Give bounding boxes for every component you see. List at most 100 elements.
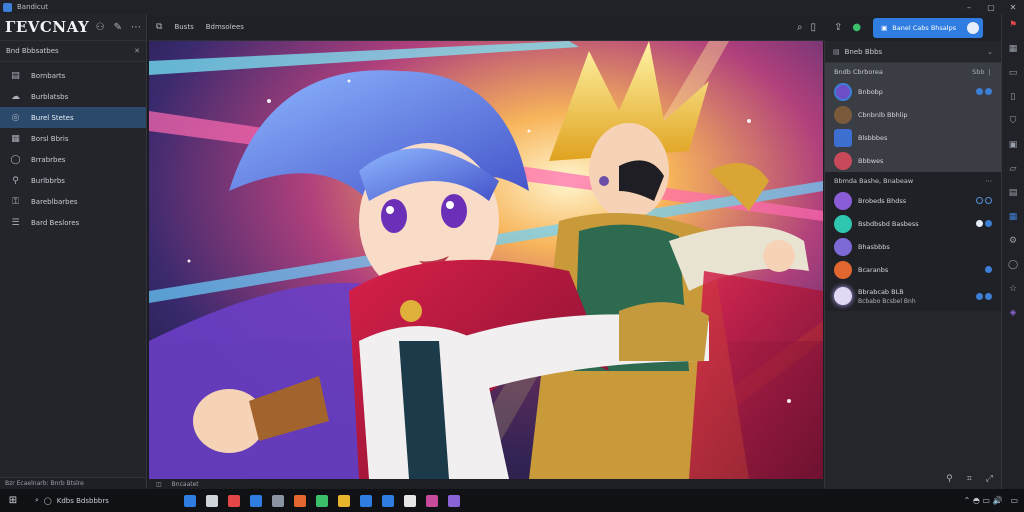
toggle[interactable] [976,88,992,95]
windows-start-icon[interactable]: ⊞ [2,495,24,506]
pin-icon[interactable]: ⚲ [946,474,953,484]
avatar [834,214,852,233]
taskbar-app-icon[interactable] [294,494,306,507]
taskbar-app-icon[interactable] [272,494,284,507]
calendar-icon[interactable]: ▦ [1009,212,1018,222]
list-item[interactable]: Bbbwes [825,149,1001,172]
toggle[interactable] [976,197,992,204]
tab-2[interactable]: Bdmsolees [206,23,244,31]
taskbar-app-icon[interactable] [338,494,350,507]
status-text: Bncaatet [171,480,199,488]
chat-icon[interactable]: ▭ [1009,68,1018,78]
sidebar-item-5[interactable]: ◯ Brrabrbes [0,149,146,170]
avatar [834,105,852,124]
taskbar-app-icon[interactable] [382,494,394,507]
artwork-image [149,41,823,479]
search-icon[interactable]: ⌕ [797,22,803,33]
user-icon[interactable]: ◯ [1008,260,1018,270]
sidebar-item-2[interactable]: ☁ Burblatsbs [0,86,146,107]
list-item[interactable]: Brobeds Bhdss [825,189,1001,212]
expand-icon[interactable]: ⤢ [986,474,993,484]
toggle[interactable] [976,220,992,227]
folder-icon[interactable]: ▤ [1009,188,1018,198]
group-b-title: Bbmda Bashe, Bnabeaw [834,176,914,185]
cloud-icon: ☁ [11,91,20,102]
star-icon[interactable]: ☆ [1009,284,1017,294]
group-a-meta: Sbb ❘ [972,67,992,76]
close-icon[interactable]: ✕ [134,47,140,55]
status-icon[interactable]: ● [852,22,861,33]
list-item[interactable]: Bsbdbsbd Basbess [825,212,1001,235]
bookmark-icon[interactable]: ▯ [810,22,816,33]
taskbar-app-icon[interactable] [316,494,328,507]
settings-icon[interactable]: ⚙ [1009,236,1017,246]
maximize-button[interactable]: ▢ [980,0,1002,14]
sidebar-nav: ▤ Bornbarts ☁ Burblatsbs ◎ Burel Stetes ▦ Bo… [0,62,146,233]
taskbar-app-icon[interactable] [250,494,262,507]
avatar [834,191,852,210]
list-item-label: Bhasbbbs [858,242,890,251]
shield-icon[interactable]: ⛉ [1010,116,1017,126]
list-item-label: Brobeds Bhdss [858,196,907,205]
more-icon[interactable]: ⋯ [131,22,141,33]
share-icon[interactable]: ⇪ [834,22,842,33]
minimize-button[interactable]: – [958,0,980,14]
avatar [834,128,852,147]
app-icon[interactable]: ◈ [1010,308,1017,318]
sidebar-item-8[interactable]: ☰ Bard Beslores [0,212,146,233]
bookmark-icon[interactable]: ▱ [1010,164,1017,174]
avatar [834,287,852,305]
canvas-status-bar: ◫ Bncaatet [148,479,824,489]
notification-center-icon[interactable]: ▭ [1010,496,1018,505]
key-icon: ⚿ [12,196,19,207]
sidebar-item-3[interactable]: ◎ Burel Stetes [0,107,146,128]
close-button[interactable]: ✕ [1002,0,1024,14]
note-icon[interactable]: ▯ [1011,92,1016,102]
primary-action-button[interactable]: ▣ Banel Cabs Bhsalps [873,17,984,38]
taskbar-app-icon[interactable] [404,494,416,507]
list-item[interactable]: Bbrabcab BLB Bcbabo Bcsbel Bnh [825,281,1001,311]
notification-icon[interactable]: ⚑ [1009,20,1017,30]
sidebar-footer: Bzr Ecaelnarb: Bnrb Btslre [0,477,146,489]
taskbar-app-icon[interactable] [360,494,372,507]
taskbar-app-icon[interactable] [184,494,196,507]
sidebar-item-7[interactable]: ⚿ Bareblbarbes [0,191,146,212]
sidebar-item-1[interactable]: ▤ Bornbarts [0,65,146,86]
list-item-label: Bbbwes [858,156,884,165]
sidebar-item-6[interactable]: ⚲ Burlbbrbs [0,170,146,191]
crop-icon[interactable]: ⌗ [967,474,972,484]
tab-1[interactable]: Busts [174,23,193,31]
chevron-down-icon[interactable]: ⌄ [987,48,993,56]
taskbar-app-icon[interactable] [206,494,218,507]
list-item[interactable]: Cbnbnlb Bbhlip [825,103,1001,126]
avatar [834,82,852,101]
layers-icon[interactable]: ⧉ [156,22,162,32]
primary-action-label: Banel Cabs Bhsalps [892,23,957,32]
more-icon[interactable]: ⋯ [986,177,993,185]
pin-icon: ⚲ [12,175,19,186]
taskbar-app-icon[interactable] [448,494,460,507]
tray-icons[interactable]: ⌃ ◓ ▭ 🔊 [964,496,1003,505]
avatar [834,151,852,170]
artwork-canvas[interactable] [149,41,823,479]
list-item[interactable]: Bhasbbbs [825,235,1001,258]
list-item-label: Cbnbnlb Bbhlip [858,110,908,119]
toggle[interactable] [976,292,992,300]
sidebar-section-header: Bnd Bbbsatbes ✕ [0,40,146,62]
people-icon[interactable]: ⚇ [96,22,105,33]
sidebar-item-4[interactable]: ▦ Borsl Bbris [0,128,146,149]
avatar [834,237,852,256]
taskbar-app-icon[interactable] [426,494,438,507]
edit-icon[interactable]: ✎ [114,22,122,33]
taskbar-search[interactable]: ⌕ ◯ Kdbs Bdsbbbrs [30,492,170,509]
grid-icon[interactable]: ▦ [1009,44,1018,54]
taskbar-app-icon[interactable] [228,494,240,507]
taskbar-search-label: Kdbs Bdsbbbrs [56,496,109,505]
list-item[interactable]: Blsbbbes [825,126,1001,149]
list-item[interactable]: Bnbobp [825,80,1001,103]
list-item-label: Bbrabcab BLB [858,287,904,296]
inbox-icon[interactable]: ▣ [1009,140,1018,150]
list-item[interactable]: Bcaranbs [825,258,1001,281]
channel-group-b: Bbmda Bashe, Bnabeaw ⋯ Brobeds Bhdss Bsb… [825,172,1001,311]
toggle[interactable] [985,266,992,273]
